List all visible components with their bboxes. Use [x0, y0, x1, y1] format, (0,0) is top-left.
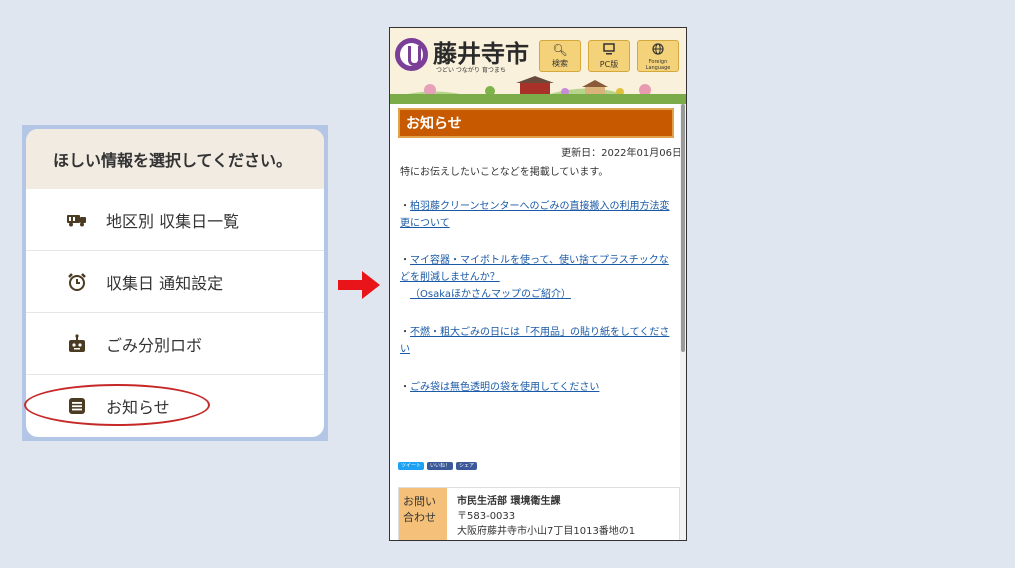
city-logo-icon[interactable]	[395, 38, 428, 71]
menu-item-label: 収集日 通知設定	[106, 273, 224, 293]
share-button[interactable]: シェア	[456, 462, 478, 470]
news-item: ・不燃・粗大ごみの日には「不用品」の貼り紙をしてください	[400, 327, 670, 355]
city-name[interactable]: 藤井寺市	[433, 34, 529, 69]
sns-buttons: ツイート いいね！ シェア	[398, 462, 478, 470]
updated-date: 更新日：2022年01月06日	[561, 148, 682, 159]
contact-postal: 〒583-0033	[457, 511, 516, 522]
mobile-screen: 藤井寺市 つどい つながり 育つまち 🔍︎ 検索 PC版 Foreign Lan…	[389, 27, 687, 541]
news-link[interactable]: 柏羽藤クリーンセンターへのごみの直接搬入の利用方法変更について	[400, 201, 670, 229]
news-link[interactable]: マイ容器・マイボトルを使って、使い捨てプラスチックなどを削減しませんか？	[400, 255, 669, 283]
search-icon: 🔍︎	[552, 43, 568, 57]
news-item: ・ごみ袋は無色透明の袋を使用してください	[400, 382, 600, 393]
pc-version-button[interactable]: PC版	[588, 40, 630, 72]
header-scenery-illustration	[390, 76, 686, 104]
tweet-button[interactable]: ツイート	[398, 462, 425, 470]
highlight-ellipse	[24, 384, 210, 426]
contact-department: 市民生活部 環境衛生課	[457, 496, 561, 507]
alarm-clock-icon	[66, 271, 88, 293]
city-tagline: つどい つながり 育つまち	[436, 67, 506, 74]
truck-icon	[66, 209, 88, 231]
menu-item-district-schedule[interactable]: 地区別 収集日一覧	[26, 189, 324, 251]
page-title: お知らせ	[398, 108, 674, 138]
contact-label: お問い合わせ	[399, 488, 447, 540]
site-header: 藤井寺市 つどい つながり 育つまち 🔍︎ 検索 PC版 Foreign Lan…	[390, 28, 686, 104]
news-item: ・マイ容器・マイボトルを使って、使い捨てプラスチックなどを削減しませんか？ （O…	[400, 255, 669, 300]
contact-box: お問い合わせ 市民生活部 環境衛生課 〒583-0033 大阪府藤井寺市小山7丁…	[398, 487, 680, 540]
menu-item-notification-settings[interactable]: 収集日 通知設定	[26, 251, 324, 313]
robot-icon	[66, 333, 88, 355]
news-item: ・柏羽藤クリーンセンターへのごみの直接搬入の利用方法変更について	[400, 201, 670, 229]
menu-item-sorting-robot[interactable]: ごみ分別ロボ	[26, 313, 324, 375]
monitor-icon	[589, 43, 629, 59]
like-button[interactable]: いいね！	[427, 462, 454, 470]
content-area: お知らせ 更新日：2022年01月06日 特にお伝えしたいことなどを掲載していま…	[390, 104, 682, 540]
contact-body: 市民生活部 環境衛生課 〒583-0033 大阪府藤井寺市小山7丁目1013番地…	[447, 488, 645, 540]
menu-item-label: ごみ分別ロボ	[106, 335, 203, 355]
news-link[interactable]: ごみ袋は無色透明の袋を使用してください	[410, 382, 599, 393]
globe-icon	[638, 43, 678, 59]
news-list: ・柏羽藤クリーンセンターへのごみの直接搬入の利用方法変更について ・マイ容器・マ…	[400, 198, 672, 396]
news-link[interactable]: 不燃・粗大ごみの日には「不用品」の貼り紙をしてください	[400, 327, 669, 355]
ground-strip	[390, 94, 686, 104]
scrollbar-thumb[interactable]	[681, 104, 685, 352]
menu-heading: ほしい情報を選択してください。	[26, 129, 324, 189]
menu-item-label: 地区別 収集日一覧	[106, 211, 240, 231]
foreign-language-button[interactable]: Foreign Language	[637, 40, 679, 72]
scrollbar[interactable]	[680, 104, 686, 540]
intro-text: 特にお伝えしたいことなどを掲載しています。	[400, 167, 609, 178]
right-arrow-icon	[338, 271, 380, 299]
contact-address: 大阪府藤井寺市小山7丁目1013番地の1	[457, 526, 636, 537]
news-sub-link[interactable]: （Osakaほかさんマップのご紹介）	[410, 289, 571, 300]
search-button[interactable]: 🔍︎ 検索	[539, 40, 581, 72]
